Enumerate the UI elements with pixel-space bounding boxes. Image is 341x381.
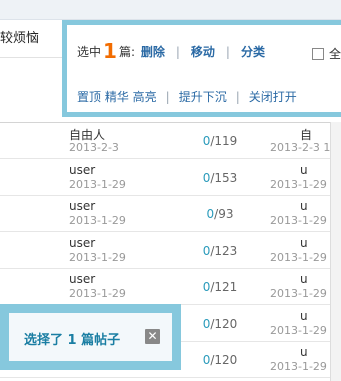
reply-view-count: 0/119 <box>202 134 238 148</box>
selected-suffix: 篇: <box>118 45 135 59</box>
reply-count: 0 <box>202 243 211 258</box>
delete-button[interactable]: 删除 <box>141 45 165 59</box>
pin-highlight-button[interactable]: 置顶 精华 高亮 <box>77 90 157 104</box>
selected-count: 1 <box>103 39 117 63</box>
separator: | <box>175 45 180 59</box>
raise-sink-button[interactable]: 提升下沉 <box>179 90 227 104</box>
reply-view-count: 0/120 <box>202 316 238 331</box>
toast-message: 选择了 1 篇帖子 <box>24 333 121 348</box>
reply-view-count: 0/121 <box>202 280 238 294</box>
moderation-primary-row: 选中 1 篇: 删除 | 移动 | 分类 <box>77 39 265 63</box>
separator: | <box>235 90 240 104</box>
view-count: 93 <box>218 207 234 221</box>
toast-body: 选择了 1 篇帖子 ✕ <box>9 313 172 361</box>
reply-count: 0 <box>202 280 211 294</box>
last-post-date: 2013-1-29 2 <box>270 177 338 191</box>
header-band <box>0 0 341 20</box>
view-count: 120 <box>214 316 238 331</box>
reply-view-count: 0/120 <box>202 353 238 367</box>
reply-view-count: 0/153 <box>202 170 238 185</box>
last-post-date: 2013-1-29 2 <box>270 360 338 373</box>
moderation-panel: 选中 1 篇: 删除 | 移动 | 分类 全 置顶 精华 高亮 | 提升下沉 | 关闭打开 <box>62 20 341 117</box>
reply-view-count: 0/93 <box>206 207 234 221</box>
reply-view-count: 0/123 <box>202 243 238 258</box>
reply-count: 0 <box>206 207 215 221</box>
post-date: 2013-1-29 <box>69 250 126 264</box>
table-row[interactable]: 自由人 2013-2-3 0/119 自 2013-2-3 1 <box>0 123 341 159</box>
reply-count: 0 <box>202 170 211 185</box>
separator: | <box>165 90 170 104</box>
author-name[interactable]: user <box>69 199 95 213</box>
post-date: 2013-1-29 <box>69 214 126 227</box>
last-post-user[interactable]: u <box>300 345 308 359</box>
reply-count: 0 <box>202 316 211 331</box>
last-post-date: 2013-1-29 2 <box>270 287 338 300</box>
post-date: 2013-1-29 <box>69 177 126 191</box>
post-date: 2013-1-29 <box>69 287 126 300</box>
move-button[interactable]: 移动 <box>191 45 215 59</box>
last-post-user[interactable]: u <box>300 309 308 323</box>
category-button[interactable]: 分类 <box>241 45 265 59</box>
last-post-user[interactable]: u <box>300 236 308 250</box>
author-name[interactable]: user <box>69 272 95 286</box>
post-date: 2013-2-3 <box>69 141 119 154</box>
table-row[interactable]: user 2013-1-29 0/123 u 2013-1-29 2 <box>0 233 341 269</box>
separator: | <box>225 45 230 59</box>
last-post-user[interactable]: u <box>300 163 308 177</box>
reply-count: 0 <box>202 134 211 148</box>
last-post-date: 2013-2-3 1 <box>270 141 331 154</box>
table-row[interactable]: user 2013-1-29 0/153 u 2013-1-29 2 <box>0 160 341 196</box>
reply-count: 0 <box>202 353 211 367</box>
last-post-user[interactable]: u <box>300 199 308 213</box>
select-all-label: 全 <box>329 47 341 61</box>
selection-toast: 选择了 1 篇帖子 ✕ <box>0 304 181 370</box>
selected-prefix: 选中 <box>77 45 102 59</box>
view-count: 121 <box>214 280 238 294</box>
view-count: 123 <box>214 243 238 258</box>
last-post-date: 2013-1-29 2 <box>270 250 338 264</box>
select-all[interactable]: 全 <box>312 45 341 62</box>
view-count: 120 <box>214 353 238 367</box>
author-name[interactable]: user <box>69 163 95 177</box>
table-row[interactable]: user 2013-1-29 0/121 u 2013-1-29 2 <box>0 269 341 305</box>
author-name[interactable]: user <box>69 236 95 250</box>
table-row[interactable]: user 2013-1-29 0/93 u 2013-1-29 2 <box>0 196 341 232</box>
last-post-user[interactable]: u <box>300 272 308 286</box>
last-post-date: 2013-1-29 2 <box>270 214 338 227</box>
scrollbar[interactable] <box>330 122 341 381</box>
last-post-date: 2013-1-29 2 <box>270 323 338 337</box>
select-all-checkbox[interactable] <box>312 48 324 60</box>
view-count: 153 <box>214 170 238 185</box>
close-open-button[interactable]: 关闭打开 <box>249 90 297 104</box>
close-icon[interactable]: ✕ <box>145 329 160 344</box>
header-title: 较烦恼 <box>0 31 40 46</box>
view-count: 119 <box>214 134 238 148</box>
moderation-secondary-row: 置顶 精华 高亮 | 提升下沉 | 关闭打开 <box>77 88 297 105</box>
